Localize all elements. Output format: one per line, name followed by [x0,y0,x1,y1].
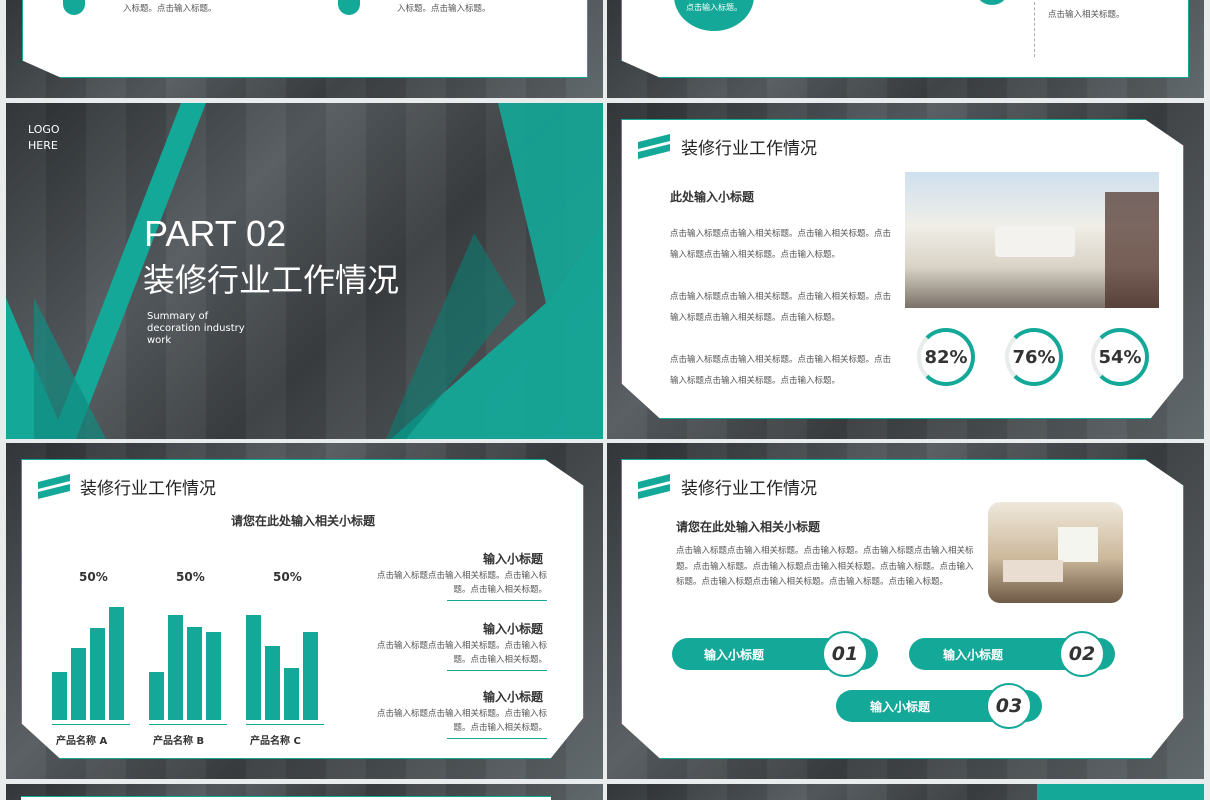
content-card: 装修行业工作情况 此处输入小标题 点击输入标题点击输入相关标题。点击输入相关标题… [621,119,1184,419]
item-title: 输入小标题 [482,690,543,704]
chart-bar [246,615,261,720]
chart-bar [206,632,221,720]
percent-circle: 76% [1005,328,1063,386]
subtitle: 此处输入小标题 [670,190,755,204]
subtitle: 请您在此处输入相关小标题 [231,514,376,528]
chart-bar [187,627,202,720]
axis-line [52,724,130,725]
part-title: 装修行业工作情况 [143,261,400,299]
chart-bar [168,615,183,720]
content-card: 入标题。点击输入标题。 入标题。点击输入标题。 [22,0,588,78]
chart-bar [52,672,67,720]
pill-number: 03 [986,683,1032,729]
chart-bar [109,607,124,720]
category-label: 产品名称 B [153,736,205,747]
axis-line [246,724,324,725]
category-label: 产品名称 A [56,736,108,747]
group-label: 50% [273,570,302,584]
item-title: 输入小标题 [482,552,543,566]
pill-label: 输入小标题 [943,647,1004,662]
item-text: 点击输入标题点击输入相关标题。点击输入标题。点击输入相关标题。 [376,709,547,733]
paragraph: 点击输入标题点击输入相关标题。点击输入相关标题。点击输入标题点击输入相关标题。点… [670,229,892,260]
slide-top-left[interactable]: 入标题。点击输入标题。 入标题。点击输入标题。 [6,0,603,98]
slide-title: 装修行业工作情况 [681,139,817,159]
divider [1034,0,1035,57]
number-badge [977,0,1007,5]
part-number: PART 02 [144,213,287,254]
item-text: 点击输入标题点击输入相关标题。点击输入标题。点击输入相关标题。 [376,571,547,595]
text-snippet: 入标题。点击输入标题。 [123,4,217,14]
item-title: 输入小标题 [482,622,543,636]
stripe-icon [38,474,70,499]
group-label: 50% [176,570,205,584]
category-label: 产品名称 C [250,736,301,747]
teal-circle: 点击输入标题。 [674,0,754,31]
part-summary: Summary of decoration industry work [147,311,245,346]
chart-bar [71,648,86,720]
living-room-photo [905,172,1159,308]
stripe-icon [638,134,670,159]
slide-top-right[interactable]: 点击输入标题。 点击输入相关标题。 [607,0,1204,98]
paragraph: 点击输入标题点击输入相关标题。点击输入相关标题。点击输入标题点击输入相关标题。点… [670,292,892,323]
content-card: 装修行业工作情况 请您在此处输入相关小标题 50% 产品名称 A 50% 产品名称 B… [21,459,584,759]
text-snippet: 点击输入相关标题。 [1048,10,1125,20]
slide-bottom-left[interactable] [6,784,603,800]
text-snippet: 入标题。点击输入标题。 [397,4,491,14]
percent-circle: 82% [917,328,975,386]
slide-title: 装修行业工作情况 [681,479,817,499]
pill-number: 01 [822,631,868,677]
subtitle: 请您在此处输入相关小标题 [676,520,821,534]
slide-pills[interactable]: 装修行业工作情况 请您在此处输入相关小标题 点击输入标题点击输入相关标题。点击输… [607,443,1204,779]
item-text: 点击输入标题点击输入相关标题。点击输入标题。点击输入相关标题。 [376,641,547,665]
shield-icon [338,0,360,15]
pill-label: 输入小标题 [704,647,765,662]
pill-label: 输入小标题 [870,699,931,714]
slide-stats[interactable]: 装修行业工作情况 此处输入小标题 点击输入标题点击输入相关标题。点击输入相关标题… [607,103,1204,439]
divider [447,670,547,671]
pill-number: 02 [1059,631,1105,677]
shield-icon [63,0,85,15]
pill-button[interactable]: 输入小标题 03 [836,683,1042,729]
percent-circle: 54% [1091,328,1149,386]
group-label: 50% [79,570,108,584]
teal-shape [1037,784,1204,800]
stripe-icon [638,474,670,499]
content-card: 装修行业工作情况 请您在此处输入相关小标题 点击输入标题点击输入相关标题。点击输… [621,459,1184,759]
logo-text: LOGO HERE [28,123,60,152]
chart-bar [303,632,318,720]
paragraph: 点击输入标题点击输入相关标题。点击输入标题。点击输入标题点击输入相关标题。点击输… [676,546,974,587]
slide-chart[interactable]: 装修行业工作情况 请您在此处输入相关小标题 50% 产品名称 A 50% 产品名称 B… [6,443,603,779]
divider [447,738,547,739]
chart-bar [265,646,280,720]
card-edge [21,796,551,800]
slide-title: 装修行业工作情况 [80,479,216,499]
axis-line [149,724,227,725]
bar-chart: 50% 产品名称 A 50% 产品名称 B 50% 产品名称 C [52,560,362,747]
chart-bar [284,668,299,720]
chart-bar [149,672,164,720]
divider [447,600,547,601]
content-card: 点击输入标题。 点击输入相关标题。 [621,0,1189,78]
pill-button[interactable]: 输入小标题 01 [672,631,878,677]
slide-bottom-right[interactable] [607,784,1204,800]
bedroom-photo [988,502,1123,603]
paragraph: 点击输入标题点击输入相关标题。点击输入相关标题。点击输入标题点击输入相关标题。点… [670,355,892,386]
slide-part-02[interactable]: LOGO HERE PART 02 装修行业工作情况 Summary of de… [6,103,603,439]
pill-button[interactable]: 输入小标题 02 [909,631,1115,677]
chart-bar [90,628,105,720]
